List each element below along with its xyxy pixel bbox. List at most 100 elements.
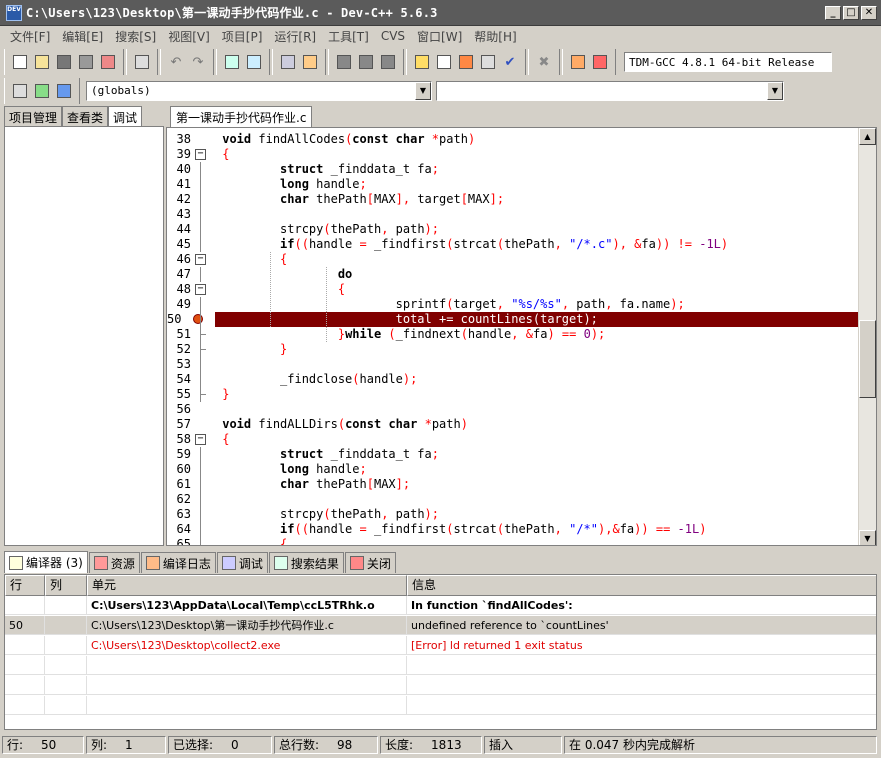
code-line[interactable]: do bbox=[215, 267, 858, 282]
unindent-button[interactable] bbox=[299, 51, 321, 73]
editor-tab[interactable]: 第一课动手抄代码作业.c bbox=[170, 106, 313, 127]
menu-cvs[interactable]: CVS bbox=[375, 29, 411, 43]
line-number[interactable]: 41 bbox=[167, 177, 191, 192]
minimize-button[interactable]: _ bbox=[825, 5, 841, 20]
menu-file[interactable]: 文件[F] bbox=[4, 28, 56, 45]
code-line[interactable]: long handle; bbox=[215, 462, 858, 477]
new-file-button[interactable] bbox=[9, 51, 31, 73]
compiler-selector[interactable]: TDM-GCC 4.8.1 64-bit Release bbox=[624, 52, 832, 72]
replace-button[interactable] bbox=[243, 51, 265, 73]
open-file-button[interactable] bbox=[31, 51, 53, 73]
tab-debug-output[interactable]: 调试 bbox=[216, 552, 268, 573]
line-number[interactable]: 58 bbox=[167, 432, 191, 447]
code-line[interactable]: sprintf(target, "%s/%s", path, fa.name); bbox=[215, 297, 858, 312]
code-line[interactable]: if((handle = _findfirst(strcat(thePath, … bbox=[215, 237, 858, 252]
code-line[interactable]: { bbox=[215, 537, 858, 545]
line-number[interactable]: 56 bbox=[167, 402, 191, 417]
save-all-button[interactable] bbox=[75, 51, 97, 73]
menu-project[interactable]: 项目[P] bbox=[216, 28, 269, 45]
fold-toggle-icon[interactable]: − bbox=[195, 254, 206, 265]
line-number[interactable]: 48 bbox=[167, 282, 191, 297]
menu-tools[interactable]: 工具[T] bbox=[322, 28, 375, 45]
tab-debug[interactable]: 调试 bbox=[108, 106, 143, 127]
table-row[interactable]: 50 C:\Users\123\Desktop\第一课动手抄代码作业.c und… bbox=[5, 616, 876, 635]
compile-button[interactable] bbox=[411, 51, 433, 73]
remove-from-project-button[interactable] bbox=[355, 51, 377, 73]
line-number[interactable]: 57 bbox=[167, 417, 191, 432]
code-line[interactable]: void findAllCodes(const char *path) bbox=[215, 132, 858, 147]
code-line[interactable]: long handle; bbox=[215, 177, 858, 192]
line-number[interactable]: 63 bbox=[167, 507, 191, 522]
code-line[interactable] bbox=[215, 357, 858, 372]
menu-edit[interactable]: 编辑[E] bbox=[56, 28, 109, 45]
line-number[interactable]: 60 bbox=[167, 462, 191, 477]
line-number[interactable]: 49 bbox=[167, 297, 191, 312]
line-number[interactable]: 53 bbox=[167, 357, 191, 372]
maximize-button[interactable]: □ bbox=[843, 5, 859, 20]
function-combo[interactable]: ▼ bbox=[436, 80, 784, 101]
scroll-thumb[interactable] bbox=[859, 320, 876, 398]
table-row[interactable]: C:\Users\123\AppData\Local\Temp\ccL5TRhk… bbox=[5, 596, 876, 615]
line-number[interactable]: 38 bbox=[167, 132, 191, 147]
code-line[interactable]: }while (_findnext(handle, &fa) == 0); bbox=[215, 327, 858, 342]
code-line[interactable]: strcpy(thePath, path); bbox=[215, 222, 858, 237]
line-number[interactable]: 50 bbox=[167, 312, 181, 327]
code-line[interactable]: struct _finddata_t fa; bbox=[215, 447, 858, 462]
code-line[interactable]: { bbox=[215, 147, 858, 162]
code-line[interactable]: char thePath[MAX], target[MAX]; bbox=[215, 192, 858, 207]
code-line[interactable]: if((handle = _findfirst(strcat(thePath, … bbox=[215, 522, 858, 537]
code-line[interactable]: void findALLDirs(const char *path) bbox=[215, 417, 858, 432]
scroll-down-button[interactable]: ▼ bbox=[859, 530, 876, 545]
line-number[interactable]: 42 bbox=[167, 192, 191, 207]
close-file-button[interactable] bbox=[97, 51, 119, 73]
code-line[interactable]: strcpy(thePath, path); bbox=[215, 507, 858, 522]
code-line[interactable]: { bbox=[215, 432, 858, 447]
code-line[interactable] bbox=[215, 492, 858, 507]
add-class-button[interactable] bbox=[31, 80, 53, 102]
tab-close[interactable]: 关闭 bbox=[344, 552, 396, 573]
line-number[interactable]: 62 bbox=[167, 492, 191, 507]
col-header-col[interactable]: 列 bbox=[45, 575, 87, 596]
code-line[interactable]: } bbox=[215, 387, 858, 402]
print-button[interactable] bbox=[131, 51, 153, 73]
col-header-message[interactable]: 信息 bbox=[407, 575, 876, 596]
code-line[interactable] bbox=[215, 207, 858, 222]
find-button[interactable] bbox=[221, 51, 243, 73]
undo-button[interactable]: ↶ bbox=[165, 51, 187, 73]
tab-compile-log[interactable]: 编译日志 bbox=[140, 552, 216, 573]
chevron-down-icon[interactable]: ▼ bbox=[415, 81, 431, 100]
col-header-line[interactable]: 行 bbox=[5, 575, 45, 596]
code-line[interactable]: { bbox=[215, 282, 858, 297]
stop-button[interactable]: ✖ bbox=[533, 51, 555, 73]
code-line[interactable]: struct _finddata_t fa; bbox=[215, 162, 858, 177]
code-area[interactable]: void findAllCodes(const char *path) { st… bbox=[215, 128, 858, 545]
indent-button[interactable] bbox=[277, 51, 299, 73]
line-number[interactable]: 39 bbox=[167, 147, 191, 162]
line-number[interactable]: 65 bbox=[167, 537, 191, 545]
line-number[interactable]: 43 bbox=[167, 207, 191, 222]
table-row[interactable]: C:\Users\123\Desktop\collect2.exe [Error… bbox=[5, 636, 876, 655]
fold-toggle-icon[interactable]: − bbox=[195, 284, 206, 295]
project-options-button[interactable] bbox=[377, 51, 399, 73]
tab-search-results[interactable]: 搜索结果 bbox=[268, 552, 344, 573]
code-line[interactable]: _findclose(handle); bbox=[215, 372, 858, 387]
line-number[interactable]: 40 bbox=[167, 162, 191, 177]
code-line[interactable]: } bbox=[215, 342, 858, 357]
debug-panel[interactable] bbox=[4, 126, 164, 546]
line-number[interactable]: 55 bbox=[167, 387, 191, 402]
run-button[interactable] bbox=[433, 51, 455, 73]
chevron-down-icon[interactable]: ▼ bbox=[767, 81, 783, 100]
menu-search[interactable]: 搜索[S] bbox=[109, 28, 162, 45]
fold-toggle-icon[interactable]: − bbox=[195, 434, 206, 445]
scroll-up-button[interactable]: ▲ bbox=[859, 128, 876, 145]
tab-compiler[interactable]: 编译器 (3) bbox=[4, 551, 88, 573]
add-to-project-button[interactable] bbox=[333, 51, 355, 73]
close-button[interactable]: ✕ bbox=[861, 5, 877, 20]
goto-button[interactable] bbox=[9, 80, 31, 102]
line-number[interactable]: 54 bbox=[167, 372, 191, 387]
line-number[interactable]: 44 bbox=[167, 222, 191, 237]
save-button[interactable] bbox=[53, 51, 75, 73]
compile-run-button[interactable] bbox=[455, 51, 477, 73]
line-number[interactable]: 52 bbox=[167, 342, 191, 357]
menu-window[interactable]: 窗口[W] bbox=[411, 28, 468, 45]
